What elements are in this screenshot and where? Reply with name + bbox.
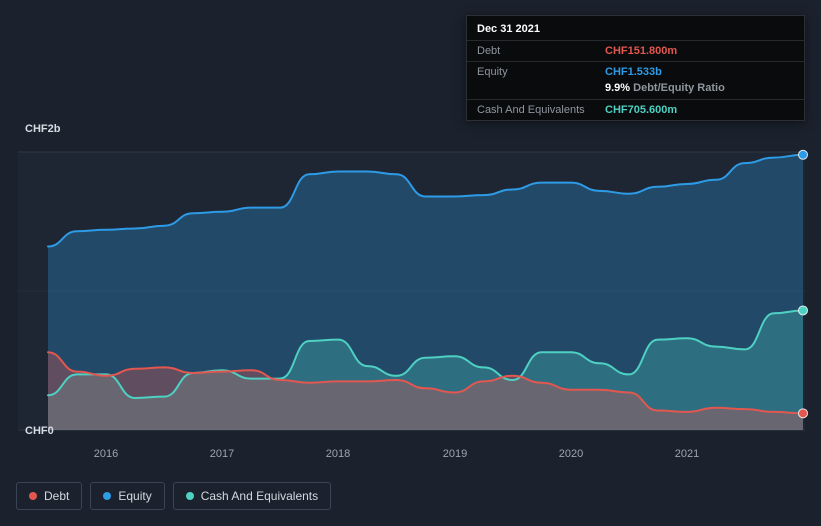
legend-cash-label: Cash And Equivalents (200, 489, 319, 503)
legend-equity-label: Equity (118, 489, 152, 503)
tooltip-cash-value: CHF705.600m (605, 104, 678, 116)
tooltip-debt-value: CHF151.800m (605, 45, 678, 57)
x-tick-2016: 2016 (93, 448, 119, 460)
legend-button-equity[interactable]: Equity (90, 482, 165, 510)
chart-page: CHF2b CHF0 2016 2017 2018 2019 2020 2021… (0, 0, 821, 526)
y-axis-label-top: CHF2b (25, 123, 61, 135)
tooltip-row-debt: Debt CHF151.800m (467, 40, 804, 61)
tooltip-debt-equity-ratio: 9.9% Debt/Equity Ratio (467, 82, 804, 99)
x-tick-2017: 2017 (209, 448, 235, 460)
y-axis-label-bottom: CHF0 (25, 425, 54, 437)
x-tick-2021: 2021 (674, 448, 700, 460)
debt-dot-icon (29, 492, 37, 500)
tooltip-equity-label: Equity (477, 66, 508, 78)
x-tick-2018: 2018 (325, 448, 351, 460)
ratio-text: Debt/Equity Ratio (630, 82, 725, 94)
tooltip-cash-label: Cash And Equivalents (477, 104, 585, 116)
tooltip-debt-label: Debt (477, 45, 501, 57)
ratio-percentage: 9.9% (605, 82, 631, 94)
x-tick-2020: 2020 (558, 448, 584, 460)
chart-legend: Debt Equity Cash And Equivalents (16, 482, 332, 510)
chart-tooltip: Dec 31 2021 Debt CHF151.800m Equity CHF1… (466, 15, 805, 121)
tooltip-equity-value: CHF1.533b (605, 66, 662, 78)
legend-debt-label: Debt (44, 489, 70, 503)
legend-button-cash[interactable]: Cash And Equivalents (172, 482, 332, 510)
x-tick-2019: 2019 (442, 448, 468, 460)
legend-button-debt[interactable]: Debt (16, 482, 83, 510)
tooltip-row-equity: Equity CHF1.533b (467, 61, 804, 82)
cash-dot-icon (185, 492, 194, 500)
tooltip-date: Dec 31 2021 (477, 23, 540, 35)
equity-dot-icon (103, 492, 112, 500)
tooltip-row-cash: Cash And Equivalents CHF705.600m (467, 99, 804, 120)
